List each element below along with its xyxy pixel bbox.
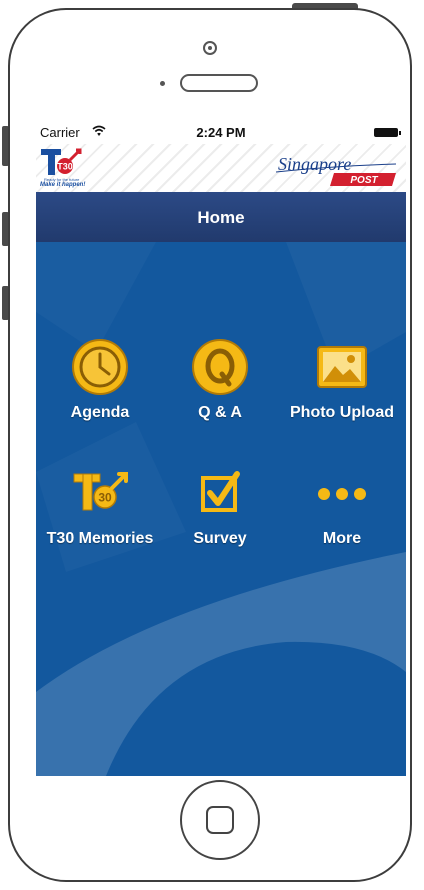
home-menu-area: Agenda Q & A Photo Upload 30 T30 Memorie…: [36, 242, 406, 776]
status-time: 2:24 PM: [196, 125, 246, 140]
earpiece-speaker: [180, 74, 258, 92]
more-dots-icon: [318, 488, 366, 500]
t30-memories-label: T30 Memories: [46, 530, 154, 547]
photo-upload-button[interactable]: Photo Upload: [282, 338, 402, 438]
qa-label: Q & A: [198, 404, 242, 421]
app-screen: Carrier 2:24 PM T30 Ready for the future…: [36, 120, 406, 776]
battery-icon: [374, 128, 401, 137]
t30-memories-button[interactable]: 30 T30 Memories: [40, 464, 160, 564]
clock-icon: [72, 339, 128, 395]
navigation-bar: Home: [36, 192, 406, 242]
more-label: More: [322, 530, 362, 547]
t30-slogan: Make it happen!: [40, 182, 86, 188]
q-icon: [192, 339, 248, 395]
singapore-post-word: POST: [350, 175, 378, 186]
qa-button[interactable]: Q & A: [160, 338, 280, 438]
status-bar: Carrier 2:24 PM: [36, 120, 406, 144]
front-camera-icon: [203, 41, 217, 55]
survey-button[interactable]: Survey: [160, 464, 280, 564]
proximity-sensor: [160, 81, 165, 86]
page-title: Home: [197, 208, 245, 227]
more-button[interactable]: More: [282, 464, 402, 564]
brand-header: T30 Ready for the future Make it happen!…: [36, 144, 406, 192]
photo-upload-label: Photo Upload: [290, 404, 394, 421]
agenda-button[interactable]: Agenda: [40, 338, 160, 438]
svg-text:30: 30: [98, 491, 112, 505]
singapore-post-logo: Singapore POST: [275, 154, 397, 186]
photo-icon: [317, 346, 367, 388]
agenda-label: Agenda: [70, 404, 130, 421]
t30-icon: 30: [73, 472, 128, 511]
survey-label: Survey: [193, 530, 247, 547]
checkbox-icon: [201, 471, 240, 512]
home-button[interactable]: [180, 780, 260, 860]
t30-logo-number: T30: [57, 162, 73, 172]
